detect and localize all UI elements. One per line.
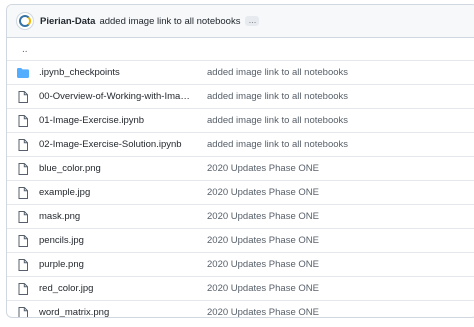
file-commit-message[interactable]: 2020 Updates Phase ONE: [195, 211, 319, 222]
commit-message[interactable]: added image link to all notebooks: [99, 16, 240, 27]
file-icon: [7, 306, 39, 317]
file-commit-message[interactable]: 2020 Updates Phase ONE: [195, 163, 319, 174]
file-row[interactable]: 02-Image-Exercise-Solution.ipynb added im…: [7, 132, 474, 156]
file-list: .ipynb_checkpoints added image link to al…: [7, 60, 474, 317]
latest-commit-bar: Pierian-Data added image link to all not…: [7, 5, 474, 38]
file-icon: [7, 90, 39, 103]
file-commit-message[interactable]: 2020 Updates Phase ONE: [195, 283, 319, 294]
file-row[interactable]: pencils.jpg 2020 Updates Phase ONE: [7, 228, 474, 252]
file-icon: [7, 162, 39, 175]
file-row[interactable]: red_color.jpg 2020 Updates Phase ONE: [7, 276, 474, 300]
file-name-link[interactable]: 01-Image-Exercise.ipynb: [39, 115, 195, 126]
file-name-link[interactable]: 02-Image-Exercise-Solution.ipynb: [39, 139, 195, 150]
parent-directory-link[interactable]: ..: [7, 38, 474, 60]
file-row[interactable]: blue_color.png 2020 Updates Phase ONE: [7, 156, 474, 180]
file-commit-message[interactable]: 2020 Updates Phase ONE: [195, 259, 319, 270]
file-commit-message[interactable]: added image link to all notebooks: [195, 139, 348, 150]
file-icon: [7, 210, 39, 223]
file-row[interactable]: 00-Overview-of-Working-with-Images.i… add…: [7, 84, 474, 108]
file-name-link[interactable]: word_matrix.png: [39, 307, 195, 317]
file-icon: [7, 186, 39, 199]
file-name-link[interactable]: example.jpg: [39, 187, 195, 198]
file-commit-message[interactable]: added image link to all notebooks: [195, 67, 348, 78]
file-name-link[interactable]: .ipynb_checkpoints: [39, 67, 195, 78]
file-row[interactable]: 01-Image-Exercise.ipynb added image link …: [7, 108, 474, 132]
parent-directory-label[interactable]: ..: [22, 44, 28, 55]
file-name-link[interactable]: blue_color.png: [39, 163, 195, 174]
file-icon: [7, 282, 39, 295]
file-commit-message[interactable]: added image link to all notebooks: [195, 115, 348, 126]
expand-commit-button[interactable]: …: [245, 16, 260, 26]
file-name-link[interactable]: red_color.jpg: [39, 283, 195, 294]
commit-author[interactable]: Pierian-Data: [40, 16, 95, 27]
folder-icon: [7, 67, 39, 78]
file-name-link[interactable]: 00-Overview-of-Working-with-Images.i…: [39, 91, 195, 102]
file-icon: [7, 234, 39, 247]
file-row[interactable]: word_matrix.png 2020 Updates Phase ONE: [7, 300, 474, 317]
file-icon: [7, 258, 39, 271]
file-name-link[interactable]: mask.png: [39, 211, 195, 222]
file-row[interactable]: mask.png 2020 Updates Phase ONE: [7, 204, 474, 228]
folder-row[interactable]: .ipynb_checkpoints added image link to al…: [7, 60, 474, 84]
file-browser: Pierian-Data added image link to all not…: [6, 4, 474, 318]
file-commit-message[interactable]: 2020 Updates Phase ONE: [195, 235, 319, 246]
file-commit-message[interactable]: 2020 Updates Phase ONE: [195, 307, 319, 317]
file-commit-message[interactable]: 2020 Updates Phase ONE: [195, 187, 319, 198]
file-icon: [7, 138, 39, 151]
avatar[interactable]: [16, 12, 34, 30]
file-commit-message[interactable]: added image link to all notebooks: [195, 91, 348, 102]
file-name-link[interactable]: pencils.jpg: [39, 235, 195, 246]
file-row[interactable]: example.jpg 2020 Updates Phase ONE: [7, 180, 474, 204]
file-name-link[interactable]: purple.png: [39, 259, 195, 270]
file-row[interactable]: purple.png 2020 Updates Phase ONE: [7, 252, 474, 276]
file-icon: [7, 114, 39, 127]
